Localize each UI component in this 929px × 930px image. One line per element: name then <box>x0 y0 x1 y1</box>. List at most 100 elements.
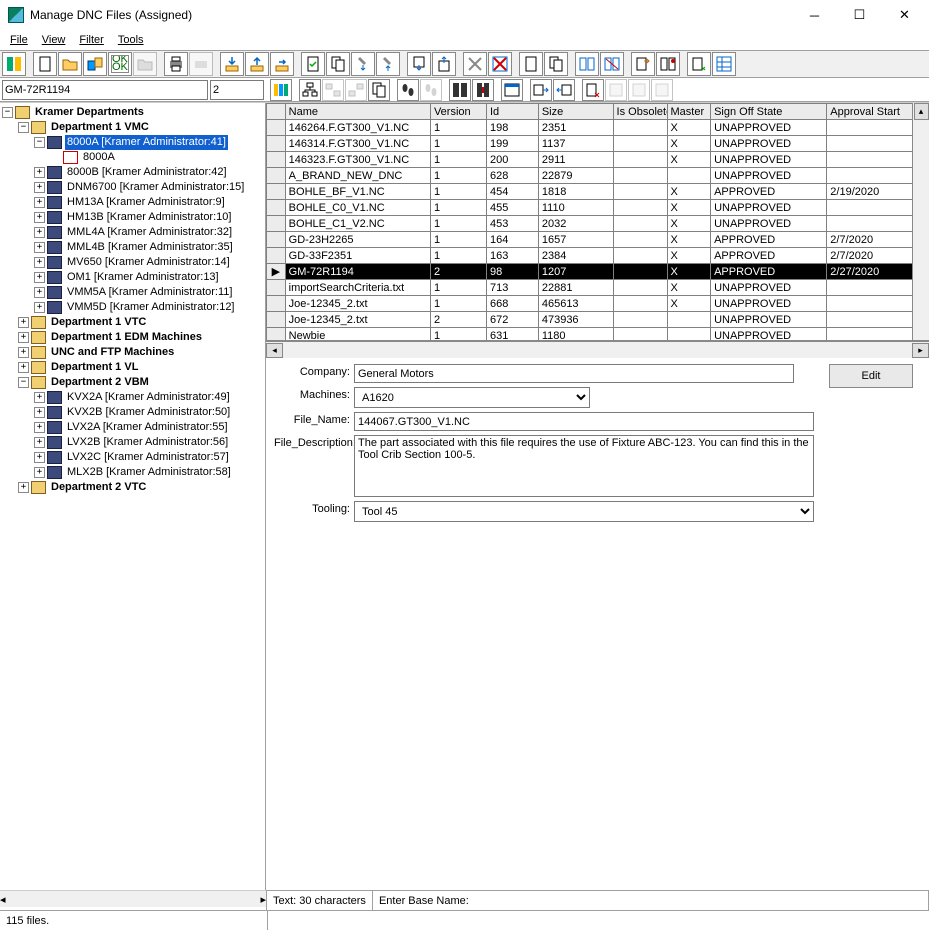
view-mode-b-icon[interactable] <box>472 79 494 101</box>
export-b-icon[interactable] <box>656 52 680 76</box>
table-row[interactable]: BOHLE_C1_V2.NC14532032XUNAPPROVED <box>267 216 929 232</box>
tree-hm13b[interactable]: +HM13B [Kramer Administrator:10] <box>0 210 265 225</box>
download-icon[interactable] <box>220 52 244 76</box>
send-a-icon[interactable] <box>530 79 552 101</box>
file-grid[interactable]: Name Version Id Size Is Obsolete Master … <box>266 103 929 341</box>
tree-mlx2b[interactable]: +MLX2B [Kramer Administrator:58] <box>0 465 265 480</box>
grid-view-icon[interactable] <box>712 52 736 76</box>
ok-ok-icon[interactable]: OKOK <box>108 52 132 76</box>
tree-8000b[interactable]: +8000B [Kramer Administrator:42] <box>0 165 265 180</box>
col-name[interactable]: Name <box>285 104 430 120</box>
menu-file[interactable]: File <box>4 32 34 48</box>
filename-field[interactable] <box>354 412 814 431</box>
open-folder-icon[interactable] <box>58 52 82 76</box>
import-icon[interactable] <box>83 52 107 76</box>
tool-upload-icon[interactable] <box>376 52 400 76</box>
send-b-icon[interactable] <box>553 79 575 101</box>
tree-lvx2a[interactable]: +LVX2A [Kramer Administrator:55] <box>0 420 265 435</box>
new-file-icon[interactable] <box>33 52 57 76</box>
search-version-input[interactable] <box>210 80 264 100</box>
search-name-input[interactable] <box>2 80 208 100</box>
col-version[interactable]: Version <box>430 104 486 120</box>
tree-hscroll[interactable]: ◂▸ <box>0 890 266 907</box>
tree-dept2-vtc[interactable]: +Department 2 VTC <box>0 480 265 495</box>
tree-root[interactable]: −Kramer Departments <box>0 105 265 120</box>
upload-right-icon[interactable] <box>270 52 294 76</box>
flag-delete-icon[interactable] <box>582 79 604 101</box>
table-row[interactable]: Joe-12345_2.txt2672473936UNAPPROVED <box>267 312 929 328</box>
page-check-icon[interactable] <box>301 52 325 76</box>
col-signoff[interactable]: Sign Off State <box>711 104 827 120</box>
menu-filter[interactable]: Filter <box>73 32 109 48</box>
tree-kvx2b[interactable]: +KVX2B [Kramer Administrator:50] <box>0 405 265 420</box>
tree-dept1-vmc[interactable]: −Department 1 VMC <box>0 120 265 135</box>
doc-b-icon[interactable] <box>544 52 568 76</box>
table-row[interactable]: GD-33F235111632384XAPPROVED2/7/2020 <box>267 248 929 264</box>
table-row[interactable]: BOHLE_BF_V1.NC14541818XAPPROVED2/19/2020 <box>267 184 929 200</box>
col-id[interactable]: Id <box>486 104 538 120</box>
tree-dnm6700[interactable]: +DNM6700 [Kramer Administrator:15] <box>0 180 265 195</box>
tree-vmm5a[interactable]: +VMM5A [Kramer Administrator:11] <box>0 285 265 300</box>
delete-blocked-icon[interactable] <box>488 52 512 76</box>
print-icon[interactable] <box>164 52 188 76</box>
company-field[interactable] <box>354 364 794 383</box>
export-a-icon[interactable] <box>631 52 655 76</box>
copy-b-icon[interactable] <box>368 79 390 101</box>
nc-download-icon[interactable] <box>407 52 431 76</box>
toggle-view-icon[interactable] <box>2 52 26 76</box>
copy-page-icon[interactable] <box>326 52 350 76</box>
table-row[interactable]: importSearchCriteria.txt171322881XUNAPPR… <box>267 280 929 296</box>
tree-dept1-vtc[interactable]: +Department 1 VTC <box>0 315 265 330</box>
tree-8000a-file[interactable]: 8000A <box>0 150 265 165</box>
tree-mv650[interactable]: +MV650 [Kramer Administrator:14] <box>0 255 265 270</box>
grid-corner[interactable] <box>267 104 286 120</box>
table-row[interactable]: ▶GM-72R11942981207XAPPROVED2/27/2020 <box>267 264 929 280</box>
tree-hm13a[interactable]: +HM13A [Kramer Administrator:9] <box>0 195 265 210</box>
tool-download-icon[interactable] <box>351 52 375 76</box>
tree-mml4b[interactable]: +MML4B [Kramer Administrator:35] <box>0 240 265 255</box>
edit-button[interactable]: Edit <box>829 364 913 388</box>
view-mode-a-icon[interactable] <box>449 79 471 101</box>
minimize-button[interactable]: ─ <box>792 0 837 30</box>
tree-dept1-edm[interactable]: +Department 1 EDM Machines <box>0 330 265 345</box>
tree-lvx2c[interactable]: +LVX2C [Kramer Administrator:57] <box>0 450 265 465</box>
filedesc-field[interactable]: The part associated with this file requi… <box>354 435 814 497</box>
tooling-select[interactable]: Tool 45 <box>354 501 814 522</box>
assign-icon[interactable] <box>687 52 711 76</box>
window-icon[interactable] <box>501 79 523 101</box>
table-row[interactable]: 146314.F.GT300_V1.NC11991137XUNAPPROVED <box>267 136 929 152</box>
tree-kvx2a[interactable]: +KVX2A [Kramer Administrator:49] <box>0 390 265 405</box>
grid-hscroll[interactable]: ◂▸ <box>266 341 929 358</box>
grid-vscroll[interactable]: ▴ <box>912 103 929 340</box>
tree-dept2-vbm[interactable]: −Department 2 VBM <box>0 375 265 390</box>
table-row[interactable]: Newbie16311180UNAPPROVED <box>267 328 929 342</box>
doc-a-icon[interactable] <box>519 52 543 76</box>
table-row[interactable]: Joe-12345_2.txt1668465613XUNAPPROVED <box>267 296 929 312</box>
tree-om1[interactable]: +OM1 [Kramer Administrator:13] <box>0 270 265 285</box>
table-row[interactable]: GD-23H226511641657XAPPROVED2/7/2020 <box>267 232 929 248</box>
delete-x-icon[interactable] <box>463 52 487 76</box>
footprints-a-icon[interactable] <box>397 79 419 101</box>
tree-a-icon[interactable] <box>299 79 321 101</box>
table-row[interactable]: A_BRAND_NEW_DNC162822879UNAPPROVED <box>267 168 929 184</box>
upload-icon[interactable] <box>245 52 269 76</box>
menu-view[interactable]: View <box>36 32 72 48</box>
col-master[interactable]: Master <box>667 104 711 120</box>
tree-dept1-vl[interactable]: +Department 1 VL <box>0 360 265 375</box>
compare-cancel-icon[interactable] <box>600 52 624 76</box>
menu-tools[interactable]: Tools <box>112 32 150 48</box>
tree-mml4a[interactable]: +MML4A [Kramer Administrator:32] <box>0 225 265 240</box>
machines-select[interactable]: A1620 <box>354 387 590 408</box>
table-row[interactable]: 146264.F.GT300_V1.NC11982351XUNAPPROVED <box>267 120 929 136</box>
col-obsolete[interactable]: Is Obsolete <box>613 104 667 120</box>
col-size[interactable]: Size <box>538 104 613 120</box>
tree-unc-ftp[interactable]: +UNC and FTP Machines <box>0 345 265 360</box>
tree-vmm5d[interactable]: +VMM5D [Kramer Administrator:12] <box>0 300 265 315</box>
tree-8000a[interactable]: −8000A [Kramer Administrator:41] <box>0 135 265 150</box>
tree-panel[interactable]: −Kramer Departments −Department 1 VMC −8… <box>0 103 266 890</box>
close-button[interactable]: ✕ <box>882 0 927 30</box>
table-row[interactable]: BOHLE_C0_V1.NC14551110XUNAPPROVED <box>267 200 929 216</box>
columns-icon[interactable] <box>270 79 292 101</box>
table-row[interactable]: 146323.F.GT300_V1.NC12002911XUNAPPROVED <box>267 152 929 168</box>
nc-upload-icon[interactable] <box>432 52 456 76</box>
